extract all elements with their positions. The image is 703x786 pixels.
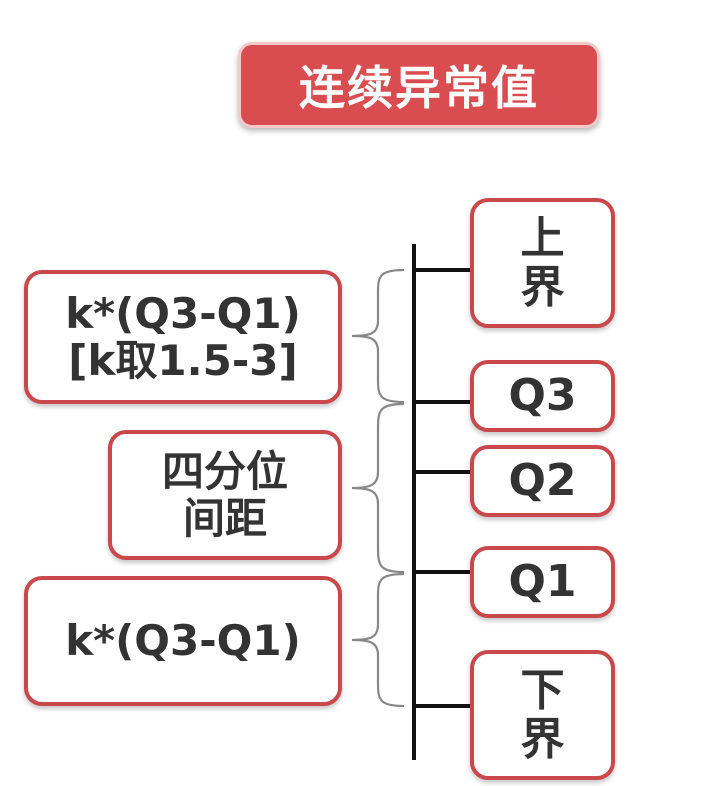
lower-range-formula: k*(Q3-Q1)	[65, 616, 301, 666]
iqr-label-line-2: 间距	[182, 494, 267, 543]
upper-bound-label-line-1: 上	[520, 212, 565, 264]
iqr-label-line-1: 四分位	[161, 446, 288, 496]
q3-box: Q3	[470, 360, 615, 432]
upper-range-formula: k*(Q3-Q1)	[65, 288, 301, 338]
upper-range-box: k*(Q3-Q1) [k取1.5-3]	[24, 270, 342, 404]
lower-bound-label-line-1: 下	[520, 664, 565, 716]
brace-upper-range	[351, 268, 405, 404]
q2-label: Q2	[508, 455, 577, 507]
upper-range-k-note: [k取1.5-3]	[68, 336, 298, 385]
lower-bound-box: 下 界	[470, 650, 615, 780]
lower-bound-label-line-2: 界	[520, 714, 565, 765]
q2-box: Q2	[470, 445, 615, 517]
diagram-canvas: 连续异常值 上 界 Q3 Q2 Q1 下 界 k*(Q3-Q1) [k取1.5-…	[0, 0, 703, 786]
q1-label: Q1	[508, 556, 577, 608]
brace-iqr	[351, 402, 405, 574]
upper-bound-label-line-2: 界	[520, 262, 565, 313]
brace-lower-range	[351, 572, 405, 708]
upper-bound-box: 上 界	[470, 198, 615, 328]
lower-range-box: k*(Q3-Q1)	[24, 576, 342, 706]
q3-label: Q3	[508, 370, 577, 422]
iqr-box: 四分位 间距	[108, 430, 342, 560]
q1-box: Q1	[470, 546, 615, 618]
